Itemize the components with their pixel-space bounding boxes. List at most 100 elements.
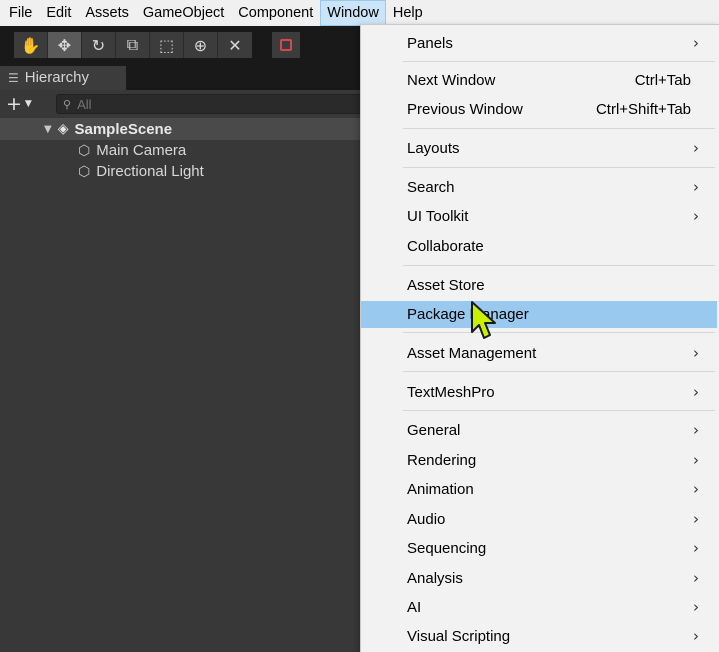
menu-item-label: Asset Store <box>407 277 485 294</box>
menu-item-asset-store[interactable]: Asset Store <box>361 272 717 299</box>
menu-assets[interactable]: Assets <box>78 0 136 26</box>
menu-item-label: Previous Window <box>407 101 523 118</box>
submenu-chevron-icon: › <box>693 139 699 157</box>
menu-item-shortcut: Ctrl+Tab <box>634 72 691 89</box>
mouse-pointer-icon <box>471 301 496 339</box>
hierarchy-tab-label: Hierarchy <box>24 69 89 86</box>
expand-arrow-icon[interactable]: ▼ <box>44 124 52 135</box>
scene-name: SampleScene <box>74 120 173 138</box>
hamburger-icon: ☰ <box>8 71 19 85</box>
menu-file[interactable]: File <box>2 0 39 26</box>
submenu-chevron-icon: › <box>693 569 699 587</box>
scene-row[interactable]: ▼ ◈ SampleScene <box>0 118 362 140</box>
window-menu-dropdown: Panels › Next Window Ctrl+Tab Previous W… <box>360 24 719 652</box>
menu-item-ui-toolkit[interactable]: UI Toolkit › <box>361 203 717 230</box>
hierarchy-item-directional-light[interactable]: ⬡ Directional Light <box>0 161 362 182</box>
hierarchy-tab[interactable]: ☰ Hierarchy <box>0 66 126 90</box>
gameobject-cube-icon: ⬡ <box>78 163 91 180</box>
hierarchy-list: ▼ ◈ SampleScene ⬡ Main Camera ⬡ Directio… <box>0 118 362 652</box>
hierarchy-toolbar: + ▼ ⚲ <box>0 90 362 118</box>
submenu-chevron-icon: › <box>693 344 699 362</box>
menu-item-next-window[interactable]: Next Window Ctrl+Tab <box>361 67 717 94</box>
menu-window[interactable]: Window <box>320 0 386 26</box>
hierarchy-item-label: Main Camera <box>96 142 187 159</box>
menu-bar: File Edit Assets GameObject Component Wi… <box>0 0 719 26</box>
submenu-chevron-icon: › <box>693 383 699 401</box>
transform-tool-icon[interactable]: ⊕ <box>184 32 218 58</box>
editor-tool-icon[interactable] <box>272 32 300 58</box>
menu-separator <box>403 332 715 333</box>
menu-item-label: Sequencing <box>407 540 487 557</box>
menu-item-label: Asset Management <box>407 345 537 362</box>
menu-item-label: Visual Scripting <box>407 628 511 645</box>
search-icon: ⚲ <box>63 97 72 111</box>
hierarchy-search[interactable]: ⚲ <box>56 94 362 114</box>
move-tool-icon[interactable]: ✥ <box>48 32 82 58</box>
menu-help[interactable]: Help <box>386 0 430 26</box>
submenu-chevron-icon: › <box>693 539 699 557</box>
transform-tools: ✋ ✥ ↻ ⧉ ⬚ ⊕ ✕ <box>14 32 252 58</box>
submenu-chevron-icon: › <box>693 178 699 196</box>
hierarchy-search-input[interactable] <box>77 96 338 112</box>
menu-item-label: Rendering <box>407 452 477 469</box>
hierarchy-tab-bar: ☰ Hierarchy <box>0 64 362 90</box>
submenu-chevron-icon: › <box>693 598 699 616</box>
menu-item-search[interactable]: Search › <box>361 174 717 201</box>
menu-edit[interactable]: Edit <box>39 0 78 26</box>
menu-item-previous-window[interactable]: Previous Window Ctrl+Shift+Tab <box>361 96 717 123</box>
menu-item-label: Analysis <box>407 570 463 587</box>
menu-item-analysis[interactable]: Analysis › <box>361 565 717 592</box>
submenu-chevron-icon: › <box>693 451 699 469</box>
menu-item-textmeshpro[interactable]: TextMeshPro › <box>361 379 717 406</box>
menu-item-label: AI <box>407 599 422 616</box>
menu-item-label: Package Manager <box>407 306 529 323</box>
menu-item-asset-management[interactable]: Asset Management › <box>361 340 717 367</box>
submenu-chevron-icon: › <box>693 627 699 645</box>
menu-item-rendering[interactable]: Rendering › <box>361 447 717 474</box>
scale-tool-icon[interactable]: ⧉ <box>116 32 150 58</box>
menu-item-layouts[interactable]: Layouts › <box>361 135 717 162</box>
menu-item-shortcut: Ctrl+Shift+Tab <box>595 101 691 118</box>
menu-item-label: General <box>407 422 461 439</box>
menu-item-label: Audio <box>407 511 446 528</box>
unity-scene-icon: ◈ <box>57 121 69 137</box>
menu-separator <box>403 371 715 372</box>
submenu-chevron-icon: › <box>693 207 699 225</box>
menu-item-animation[interactable]: Animation › <box>361 476 717 503</box>
menu-separator <box>403 128 715 129</box>
custom-tool-icon[interactable]: ✕ <box>218 32 252 58</box>
menu-component[interactable]: Component <box>231 0 320 26</box>
menu-item-panels[interactable]: Panels › <box>361 30 717 57</box>
add-object-button[interactable]: + ▼ <box>6 93 42 115</box>
hierarchy-item-main-camera[interactable]: ⬡ Main Camera <box>0 140 362 161</box>
menu-item-general[interactable]: General › <box>361 417 717 444</box>
menu-item-label: Panels <box>407 35 453 52</box>
menu-separator <box>403 410 715 411</box>
hand-tool-icon[interactable]: ✋ <box>14 32 48 58</box>
menu-separator <box>403 265 715 266</box>
menu-item-label: UI Toolkit <box>407 208 469 225</box>
gameobject-cube-icon: ⬡ <box>78 142 91 159</box>
menu-item-label: Layouts <box>407 140 460 157</box>
menu-item-audio[interactable]: Audio › <box>361 506 717 533</box>
menu-item-collaborate[interactable]: Collaborate <box>361 233 717 260</box>
menu-separator <box>403 167 715 168</box>
tool-bar: ✋ ✥ ↻ ⧉ ⬚ ⊕ ✕ <box>0 26 362 64</box>
menu-item-label: TextMeshPro <box>407 384 495 401</box>
plus-icon: + <box>6 93 22 115</box>
rotate-tool-icon[interactable]: ↻ <box>82 32 116 58</box>
submenu-chevron-icon: › <box>693 421 699 439</box>
menu-item-label: Next Window <box>407 72 496 89</box>
rect-tool-icon[interactable]: ⬚ <box>150 32 184 58</box>
menu-gameobject[interactable]: GameObject <box>136 0 231 26</box>
menu-separator <box>403 61 715 62</box>
menu-item-label: Animation <box>407 481 474 498</box>
menu-item-ai[interactable]: AI › <box>361 594 717 621</box>
menu-item-label: Search <box>407 179 455 196</box>
hierarchy-item-label: Directional Light <box>96 163 204 180</box>
menu-item-package-manager[interactable]: Package Manager <box>361 301 717 328</box>
menu-item-visual-scripting[interactable]: Visual Scripting › <box>361 623 717 650</box>
caret-down-icon: ▼ <box>24 99 32 109</box>
submenu-chevron-icon: › <box>693 34 699 52</box>
menu-item-sequencing[interactable]: Sequencing › <box>361 535 717 562</box>
